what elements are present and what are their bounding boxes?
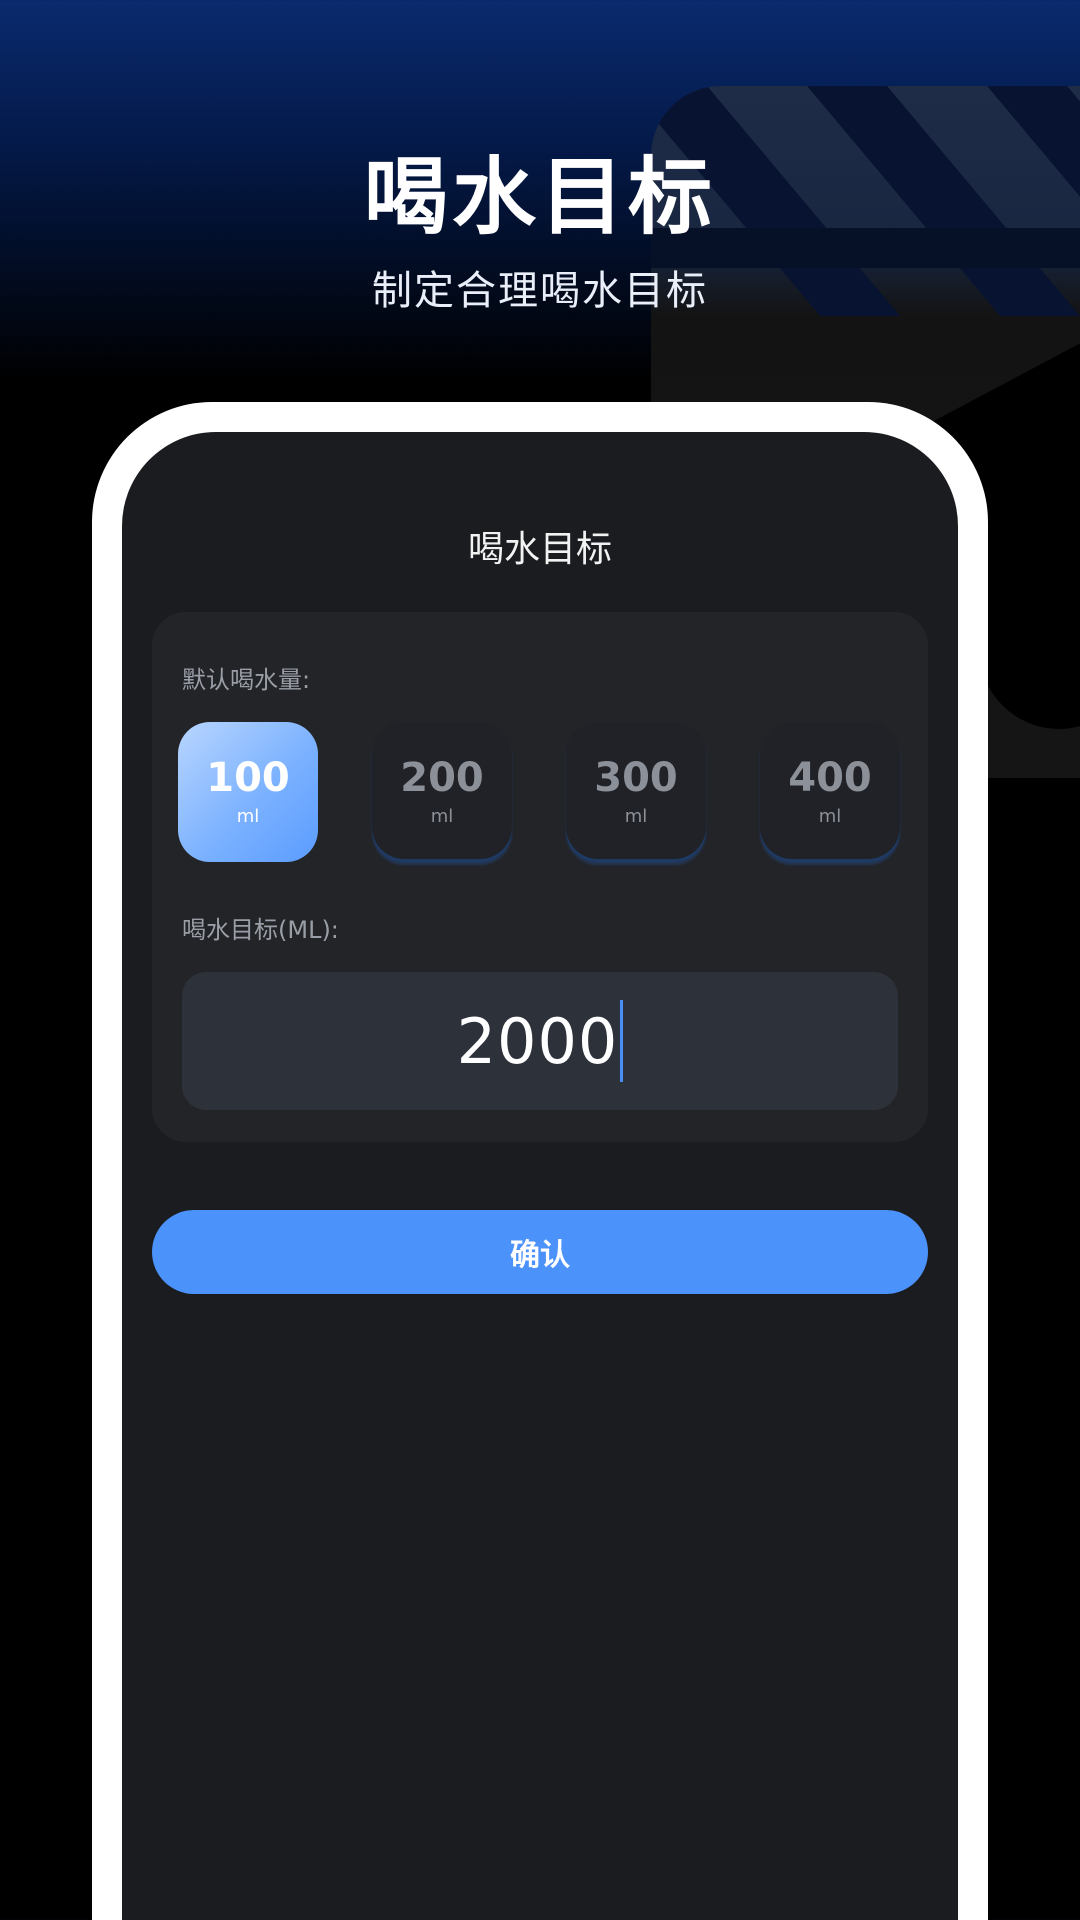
amount-options: 100 ml 200 ml 300 ml 400 ml bbox=[178, 722, 902, 862]
amount-option-300[interactable]: 300 ml bbox=[566, 722, 706, 862]
amount-value: 400 bbox=[788, 754, 872, 801]
amount-option-200[interactable]: 200 ml bbox=[372, 722, 512, 862]
hero-title: 喝水目标 bbox=[363, 148, 716, 246]
goal-input[interactable]: 2000 bbox=[182, 972, 898, 1110]
page-title: 喝水目标 bbox=[467, 529, 612, 570]
hero-subtitle: 制定合理喝水目标 bbox=[372, 268, 708, 314]
amount-unit: ml bbox=[236, 805, 260, 827]
default-amount-label: 默认喝水量: bbox=[182, 666, 311, 694]
amount-unit: ml bbox=[624, 805, 648, 827]
amount-option-400[interactable]: 400 ml bbox=[760, 722, 900, 862]
amount-unit: ml bbox=[430, 805, 454, 827]
amount-option-100[interactable]: 100 ml bbox=[178, 722, 318, 862]
amount-value: 100 bbox=[206, 754, 290, 801]
amount-unit: ml bbox=[818, 805, 842, 827]
goal-input-value: 2000 bbox=[456, 1004, 619, 1078]
goal-label: 喝水目标(ML): bbox=[182, 916, 339, 944]
text-cursor bbox=[620, 1000, 624, 1082]
amount-value: 200 bbox=[400, 754, 484, 801]
amount-value: 300 bbox=[594, 754, 678, 801]
phone-screen: 喝水目标 默认喝水量: 100 ml 200 ml 300 ml 400 ml … bbox=[122, 432, 958, 1920]
confirm-button[interactable]: 确认 bbox=[152, 1210, 928, 1294]
settings-panel: 默认喝水量: 100 ml 200 ml 300 ml 400 ml 喝水目标(… bbox=[152, 612, 928, 1142]
